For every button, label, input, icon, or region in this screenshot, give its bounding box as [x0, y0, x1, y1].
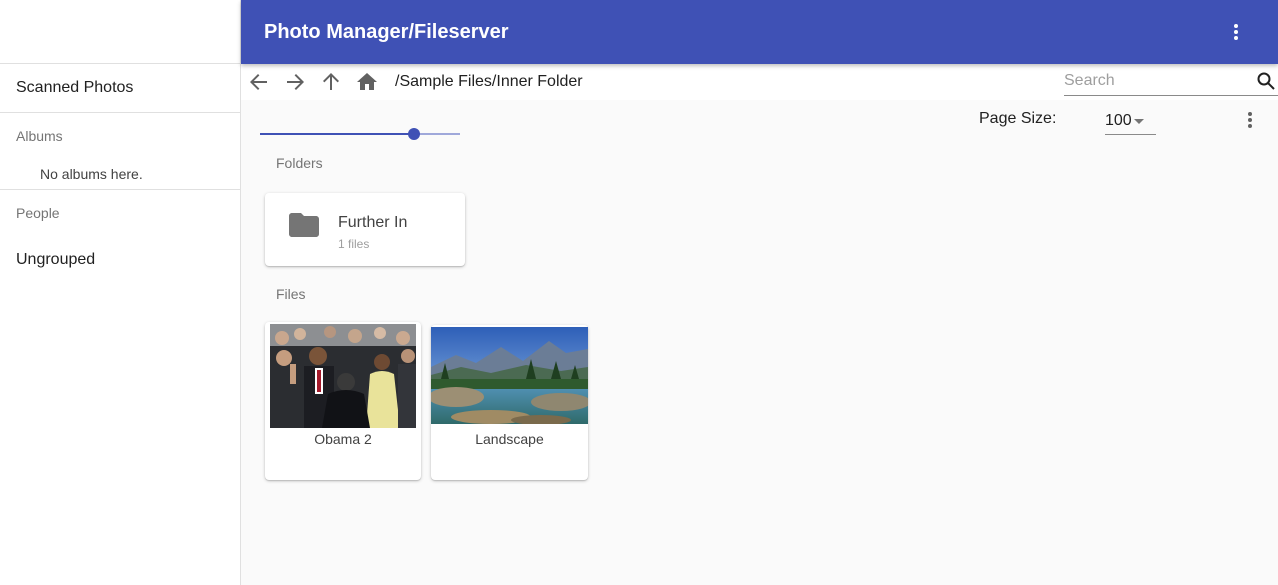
search-field[interactable] [1064, 66, 1278, 96]
sidebar-item-scanned-photos[interactable]: Scanned Photos [0, 64, 240, 112]
more-vert-icon[interactable] [1224, 20, 1248, 44]
page-size-label: Page Size: [979, 110, 1057, 127]
zoom-slider-thumb[interactable] [408, 128, 420, 140]
navigation-bar: /Sample Files/Inner Folder [241, 64, 1278, 100]
folder-name: Further In [338, 214, 408, 231]
zoom-slider-track [414, 133, 460, 135]
zoom-slider-track-filled [260, 133, 414, 135]
forward-arrow-icon[interactable] [277, 64, 313, 100]
sidebar-albums-empty: No albums here. [40, 166, 143, 182]
sidebar-people-header: People [16, 205, 60, 221]
file-card[interactable]: Landscape [431, 325, 588, 480]
search-icon[interactable] [1254, 69, 1278, 93]
file-name: Landscape [475, 431, 544, 447]
app-bar: Photo Manager/Fileserver [241, 0, 1278, 64]
photo-landscape-icon [431, 327, 588, 424]
page-size-value: 100 [1105, 112, 1132, 129]
files-section-label: Files [276, 286, 306, 302]
sidebar-albums-header: Albums [16, 128, 63, 144]
photo-people-icon [270, 324, 416, 428]
folders-section-label: Folders [276, 155, 323, 171]
back-arrow-icon[interactable] [241, 64, 277, 100]
file-name: Obama 2 [314, 431, 372, 447]
home-icon[interactable] [349, 64, 385, 100]
folder-icon [289, 213, 319, 237]
up-arrow-icon[interactable] [313, 64, 349, 100]
sidebar-item-ungrouped[interactable]: Ungrouped [0, 236, 240, 284]
file-card[interactable]: Obama 2 [265, 322, 421, 480]
app-title: Photo Manager/Fileserver [264, 20, 509, 43]
sidebar-header-spacer [0, 0, 240, 64]
main-content: Page Size: 100 Folders Further In 1 file… [241, 100, 1278, 585]
dropdown-arrow-icon [1134, 119, 1144, 124]
zoom-slider[interactable] [260, 126, 460, 142]
more-vert-icon[interactable] [1238, 108, 1262, 132]
page-size-select[interactable]: 100 [1105, 108, 1156, 135]
sidebar: Scanned Photos Albums No albums here. Pe… [0, 0, 241, 585]
folder-file-count: 1 files [338, 237, 370, 251]
folder-card[interactable]: Further In 1 files [265, 193, 465, 266]
breadcrumb-path: /Sample Files/Inner Folder [395, 73, 583, 90]
search-input[interactable] [1064, 71, 1244, 90]
